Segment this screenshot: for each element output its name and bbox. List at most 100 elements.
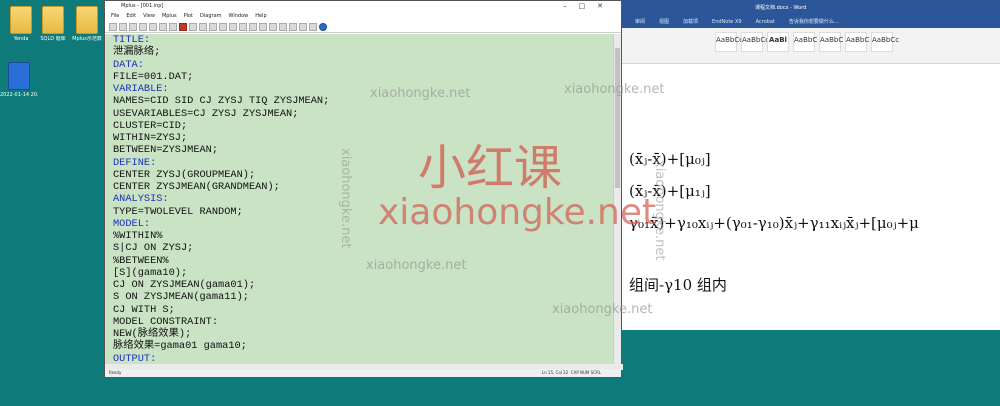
word-title: 课程文档.docx - Word bbox=[755, 5, 807, 11]
style-normal[interactable]: AaBbCcDc bbox=[715, 32, 752, 52]
open-file-icon[interactable] bbox=[119, 22, 127, 31]
cut-icon[interactable] bbox=[149, 22, 157, 31]
style-preview: AaBl bbox=[769, 36, 787, 44]
code-line: MODEL: bbox=[113, 217, 151, 230]
word-page[interactable]: (x̄ⱼ-x̄)+[μ₀ⱼ] (x̄ⱼ-x̄)+[μ₁ⱼ] γ₀₁x̄)+γ₁₀… bbox=[617, 64, 989, 330]
style-heading1[interactable]: AaBl bbox=[767, 32, 789, 52]
word-ribbon-tabs: 审阅 视图 加载项 EndNote X9 Acrobat 告诉我你想要做什么..… bbox=[605, 16, 1000, 28]
word-titlebar: 课程文档.docx - Word bbox=[605, 0, 1000, 16]
code-line: 泄漏脉络; bbox=[113, 46, 161, 59]
save-icon[interactable] bbox=[129, 22, 137, 31]
input-editor[interactable]: TITLE: 泄漏脉络; DATA: FILE=001.DAT; VARIABLE: NA… bbox=[105, 34, 615, 364]
italic-icon[interactable] bbox=[259, 22, 267, 31]
code-line: BETWEEN=ZYSJMEAN; bbox=[113, 144, 219, 157]
mplus-toolbar bbox=[105, 21, 621, 33]
code-line: S|CJ ON ZYSJ; bbox=[113, 242, 194, 255]
menu-view[interactable]: View bbox=[143, 11, 155, 21]
font-icon[interactable] bbox=[239, 22, 247, 31]
plot-icon[interactable] bbox=[199, 22, 207, 31]
menu-file[interactable]: File bbox=[111, 11, 119, 21]
tab-acrobat[interactable]: Acrobat bbox=[756, 16, 775, 28]
vertical-scrollbar[interactable] bbox=[613, 34, 621, 364]
desktop-icon-label: 2022-01-14 20.58.28.mp4 bbox=[0, 92, 38, 98]
equation-line-2: (x̄ⱼ-x̄)+[μ₁ⱼ] bbox=[629, 182, 711, 200]
desktop-icon-label: Mplus示范数 bbox=[72, 36, 102, 42]
paste-icon[interactable] bbox=[169, 22, 177, 31]
cursor-position: Ln 15, Col 22 bbox=[541, 370, 569, 375]
code-line: %WITHIN% bbox=[113, 230, 163, 242]
code-line: CJ ON ZYSJMEAN(gama01); bbox=[113, 279, 256, 291]
menu-plot[interactable]: Plot bbox=[184, 11, 193, 21]
tab-review[interactable]: 审阅 bbox=[635, 16, 645, 28]
mplus-statusbar: Ready Ln 15, Col 22 CAP NUM SCRL bbox=[105, 369, 621, 377]
language-generator-icon[interactable] bbox=[189, 22, 197, 31]
style-emphasis[interactable]: AaBbCc bbox=[871, 32, 899, 52]
tile-icon[interactable] bbox=[229, 22, 237, 31]
code-line: TYPE=TWOLEVEL RANDOM; bbox=[113, 205, 243, 218]
style-no-spacing[interactable]: AaBbCcDc bbox=[741, 32, 778, 52]
replace-icon[interactable] bbox=[309, 22, 317, 31]
cascade-icon[interactable] bbox=[219, 22, 227, 31]
print-icon[interactable] bbox=[139, 22, 147, 31]
menu-diagram[interactable]: Diagram bbox=[200, 11, 221, 21]
style-subtitle[interactable]: AaBbC bbox=[845, 32, 870, 52]
tab-view[interactable]: 视图 bbox=[659, 16, 669, 28]
diagram-icon[interactable] bbox=[209, 22, 217, 31]
mplus-title: Mplus - [001.inp] bbox=[121, 3, 164, 9]
copy-icon[interactable] bbox=[159, 22, 167, 31]
equation-line-3: γ₀₁x̄)+γ₁₀xᵢⱼ+(γ₀₁-γ₁₀)x̄ⱼ+γ₁₁xᵢⱼx̄ⱼ+[μ₀… bbox=[629, 214, 919, 232]
word-window: 课程文档.docx - Word 审阅 视图 加载项 EndNote X9 Ac… bbox=[605, 0, 1000, 330]
style-preview: AaBbC bbox=[794, 36, 818, 44]
status-position: Ln 15, Col 22 CAP NUM SCRL bbox=[542, 369, 601, 377]
scrollbar-thumb[interactable] bbox=[615, 48, 620, 188]
code-line: DEFINE: bbox=[113, 156, 157, 169]
status-ready: Ready bbox=[109, 370, 122, 375]
align-icon[interactable] bbox=[269, 22, 277, 31]
outdent-icon[interactable] bbox=[289, 22, 297, 31]
code-line: FILE=001.DAT; bbox=[113, 70, 194, 83]
desktop-icon-folder-3[interactable]: Mplus示范数 bbox=[68, 6, 106, 42]
code-line: %BETWEEN% bbox=[113, 254, 169, 267]
menu-help[interactable]: Help bbox=[255, 11, 266, 21]
folder-icon bbox=[76, 6, 98, 34]
code-line: TITLE: bbox=[113, 34, 151, 46]
folder-icon bbox=[10, 6, 32, 34]
style-preview: AaBbCc bbox=[872, 36, 900, 44]
mplus-window: Mplus - [001.inp] –□✕ File Edit View Mpl… bbox=[104, 0, 623, 378]
video-file-icon bbox=[8, 62, 30, 90]
folder-icon bbox=[42, 6, 64, 34]
run-icon[interactable] bbox=[179, 22, 187, 31]
help-icon[interactable] bbox=[319, 22, 327, 31]
menu-edit[interactable]: Edit bbox=[126, 11, 136, 21]
equation-line-1: (x̄ⱼ-x̄)+[μ₀ⱼ] bbox=[629, 150, 711, 168]
style-heading2[interactable]: AaBbC bbox=[793, 32, 818, 52]
find-icon[interactable] bbox=[299, 22, 307, 31]
code-line: DATA: bbox=[113, 58, 144, 71]
code-line: 脉络效果=gama01 gama10; bbox=[113, 340, 247, 353]
code-line: [S](gama10); bbox=[113, 266, 188, 279]
code-line: ANALYSIS: bbox=[113, 193, 169, 206]
key-modes: CAP NUM SCRL bbox=[570, 370, 601, 375]
code-line: S ON ZYSJMEAN(gama11); bbox=[113, 291, 249, 304]
word-ribbon: AaBbCcDc AaBbCcDc AaBl AaBbC AaBbC AaBbC… bbox=[605, 28, 1000, 64]
desktop-icon-label: SQLD 题库 bbox=[40, 36, 66, 42]
style-title[interactable]: AaBbC bbox=[819, 32, 844, 52]
window-controls[interactable]: –□✕ bbox=[563, 1, 615, 11]
new-file-icon[interactable] bbox=[109, 22, 117, 31]
menu-window[interactable]: Window bbox=[229, 11, 249, 21]
code-line: MODEL CONSTRAINT: bbox=[113, 315, 219, 328]
code-line: CENTER ZYSJMEAN(GRANDMEAN); bbox=[113, 181, 280, 193]
style-preview: AaBbC bbox=[846, 36, 870, 44]
tab-endnote[interactable]: EndNote X9 bbox=[712, 16, 742, 28]
code-line: USEVARIABLES=CJ ZYSJ ZYSJMEAN; bbox=[113, 107, 299, 120]
desktop-icon-folder-2[interactable]: SQLD 题库 bbox=[34, 6, 72, 42]
indent-icon[interactable] bbox=[279, 22, 287, 31]
tell-me-search[interactable]: 告诉我你想要做什么... bbox=[789, 16, 839, 28]
style-preview: AaBbC bbox=[820, 36, 844, 44]
desktop-icon-video[interactable]: 2022-01-14 20.58.28.mp4 bbox=[0, 62, 38, 98]
code-line: OUTPUT: bbox=[113, 352, 157, 365]
menu-mplus[interactable]: Mplus bbox=[162, 11, 177, 21]
bold-icon[interactable] bbox=[249, 22, 257, 31]
tab-addins[interactable]: 加载项 bbox=[683, 16, 698, 28]
code-line: NAMES=CID SID CJ ZYSJ TIQ ZYSJMEAN; bbox=[113, 95, 330, 108]
